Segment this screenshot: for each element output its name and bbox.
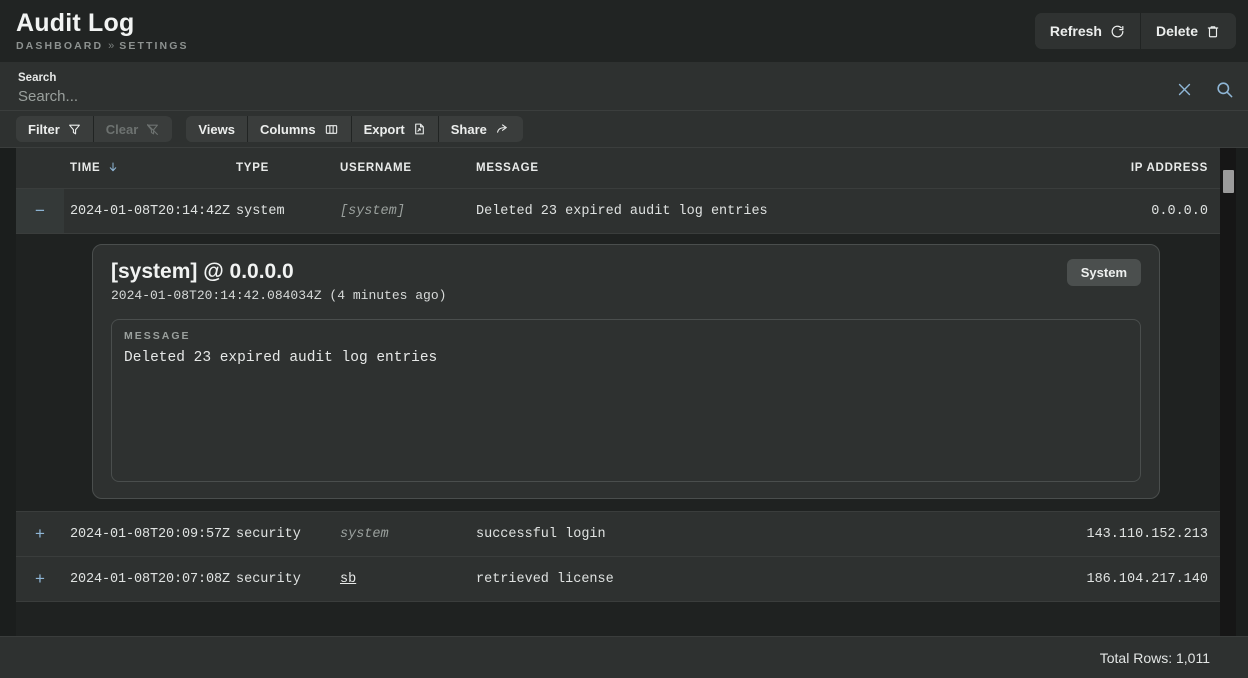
cell-message: retrieved license <box>476 571 614 587</box>
detail-message-label: MESSAGE <box>124 330 191 343</box>
submit-search-button[interactable] <box>1215 80 1234 102</box>
cell-ip-address: 143.110.152.213 <box>1086 526 1208 542</box>
table-scrollbar-track[interactable] <box>1220 148 1236 636</box>
clear-filter-button-label: Clear <box>105 121 139 137</box>
close-icon <box>1176 81 1193 101</box>
cell-message: Deleted 23 expired audit log entries <box>476 203 768 219</box>
export-button[interactable]: Export <box>351 116 439 142</box>
table-footer: Total Rows: 1,011 <box>0 636 1248 678</box>
row-collapse-toggle[interactable]: − <box>16 189 64 233</box>
export-button-label: Export <box>363 121 405 137</box>
refresh-button-label: Refresh <box>1049 23 1102 39</box>
search-actions <box>1176 80 1234 110</box>
table-row[interactable]: − 2024-01-08T20:14:42Z system [system] D… <box>16 189 1220 234</box>
search-input[interactable] <box>18 86 1130 106</box>
table-toolbar: Filter Clear Views Columns Export Share <box>0 111 1248 148</box>
column-header-ip-address[interactable]: IP ADDRESS <box>1038 162 1220 174</box>
delete-button[interactable]: Delete <box>1140 13 1236 49</box>
cell-message: successful login <box>476 526 606 542</box>
cell-time: 2024-01-08T20:07:08Z <box>70 571 231 587</box>
filter-button-group: Filter Clear <box>16 116 173 142</box>
header-action-group: Refresh Delete <box>1034 13 1236 49</box>
breadcrumb-root[interactable]: DASHBOARD <box>16 40 103 52</box>
share-arrow-icon <box>495 123 510 136</box>
clear-search-button[interactable] <box>1176 81 1193 101</box>
filter-icon <box>68 123 81 136</box>
column-header-message[interactable]: MESSAGE <box>476 162 1038 174</box>
columns-icon <box>324 123 339 136</box>
search-icon <box>1215 80 1234 102</box>
table-scrollbar-thumb[interactable] <box>1223 170 1234 193</box>
table-left-gutter <box>0 148 16 636</box>
column-header-ip-label: IP ADDRESS <box>1130 162 1208 174</box>
columns-button-label: Columns <box>259 121 316 137</box>
delete-button-label: Delete <box>1155 23 1198 39</box>
audit-log-app: Audit Log DASHBOARD » SETTINGS Refresh D… <box>0 0 1248 678</box>
cell-username: system <box>340 526 389 542</box>
username-link[interactable]: sb <box>340 572 356 587</box>
row-expand-toggle[interactable]: + <box>16 557 64 601</box>
search-field-wrapper: Search <box>18 72 1176 110</box>
row-expand-toggle[interactable]: + <box>16 512 64 556</box>
filter-button-label: Filter <box>28 121 60 137</box>
detail-message-value: Deleted 23 expired audit log entries <box>124 350 438 367</box>
cell-type: security <box>236 571 301 587</box>
breadcrumb: DASHBOARD » SETTINGS <box>16 40 189 52</box>
table-header-row: TIME TYPE USERNAME MESSAGE IP ADDRESS <box>0 148 1248 189</box>
cell-ip-address: 0.0.0.0 <box>1151 203 1208 219</box>
cell-time: 2024-01-08T20:09:57Z <box>70 526 231 542</box>
total-rows-label: Total Rows: 1,011 <box>1099 649 1210 666</box>
column-header-username-label: USERNAME <box>340 162 412 174</box>
audit-log-table: TIME TYPE USERNAME MESSAGE IP ADDRESS − … <box>0 148 1248 636</box>
page-header: Audit Log DASHBOARD » SETTINGS Refresh D… <box>0 0 1248 62</box>
table-right-gutter <box>1236 148 1248 636</box>
column-header-time[interactable]: TIME <box>64 160 236 177</box>
status-badge: System <box>1066 259 1141 286</box>
columns-button[interactable]: Columns <box>247 116 352 142</box>
trash-icon <box>1206 24 1220 39</box>
cell-ip-address: 186.104.217.140 <box>1086 571 1208 587</box>
cell-time: 2024-01-08T20:14:42Z <box>70 203 231 219</box>
search-label: Search <box>18 71 57 84</box>
cell-type: system <box>236 203 285 219</box>
views-button-label: Views <box>198 121 235 137</box>
clear-filter-button[interactable]: Clear <box>93 116 173 142</box>
detail-card: [system] @ 0.0.0.0 2024-01-08T20:14:42.0… <box>92 244 1160 499</box>
table-row[interactable]: + 2024-01-08T20:07:08Z security sb retri… <box>16 557 1220 602</box>
refresh-icon <box>1110 24 1125 39</box>
cell-username: [system] <box>340 203 405 219</box>
detail-message-field: MESSAGE Deleted 23 expired audit log ent… <box>111 319 1141 482</box>
breadcrumb-separator-icon: » <box>108 40 115 53</box>
share-button-label: Share <box>450 121 487 137</box>
cell-type: security <box>236 526 301 542</box>
detail-title: [system] @ 0.0.0.0 <box>111 260 294 283</box>
breadcrumb-current[interactable]: SETTINGS <box>119 40 188 52</box>
title-block: Audit Log DASHBOARD » SETTINGS <box>16 8 189 53</box>
refresh-button[interactable]: Refresh <box>1034 13 1141 49</box>
page-title: Audit Log <box>16 8 135 37</box>
share-button[interactable]: Share <box>438 116 523 142</box>
row-detail-panel: [system] @ 0.0.0.0 2024-01-08T20:14:42.0… <box>16 234 1220 512</box>
views-button[interactable]: Views <box>186 116 248 142</box>
file-export-icon <box>413 122 426 136</box>
column-header-username[interactable]: USERNAME <box>340 162 476 174</box>
search-bar: Search <box>0 62 1248 111</box>
column-header-type-label: TYPE <box>236 162 270 174</box>
filter-off-icon <box>146 123 159 136</box>
detail-identity: [system] @ 0.0.0.0 2024-01-08T20:14:42.0… <box>111 259 446 303</box>
table-tools-group: Views Columns Export Share <box>186 116 523 142</box>
column-header-time-label: TIME <box>70 162 101 174</box>
detail-timestamp: 2024-01-08T20:14:42.084034Z (4 minutes a… <box>111 288 447 304</box>
filter-button[interactable]: Filter <box>16 116 94 142</box>
detail-header: [system] @ 0.0.0.0 2024-01-08T20:14:42.0… <box>111 259 1141 303</box>
column-header-type[interactable]: TYPE <box>236 162 340 174</box>
column-header-message-label: MESSAGE <box>476 162 539 174</box>
table-row[interactable]: + 2024-01-08T20:09:57Z security system s… <box>16 512 1220 557</box>
cell-username: sb <box>340 557 476 601</box>
arrow-down-icon <box>107 160 119 177</box>
